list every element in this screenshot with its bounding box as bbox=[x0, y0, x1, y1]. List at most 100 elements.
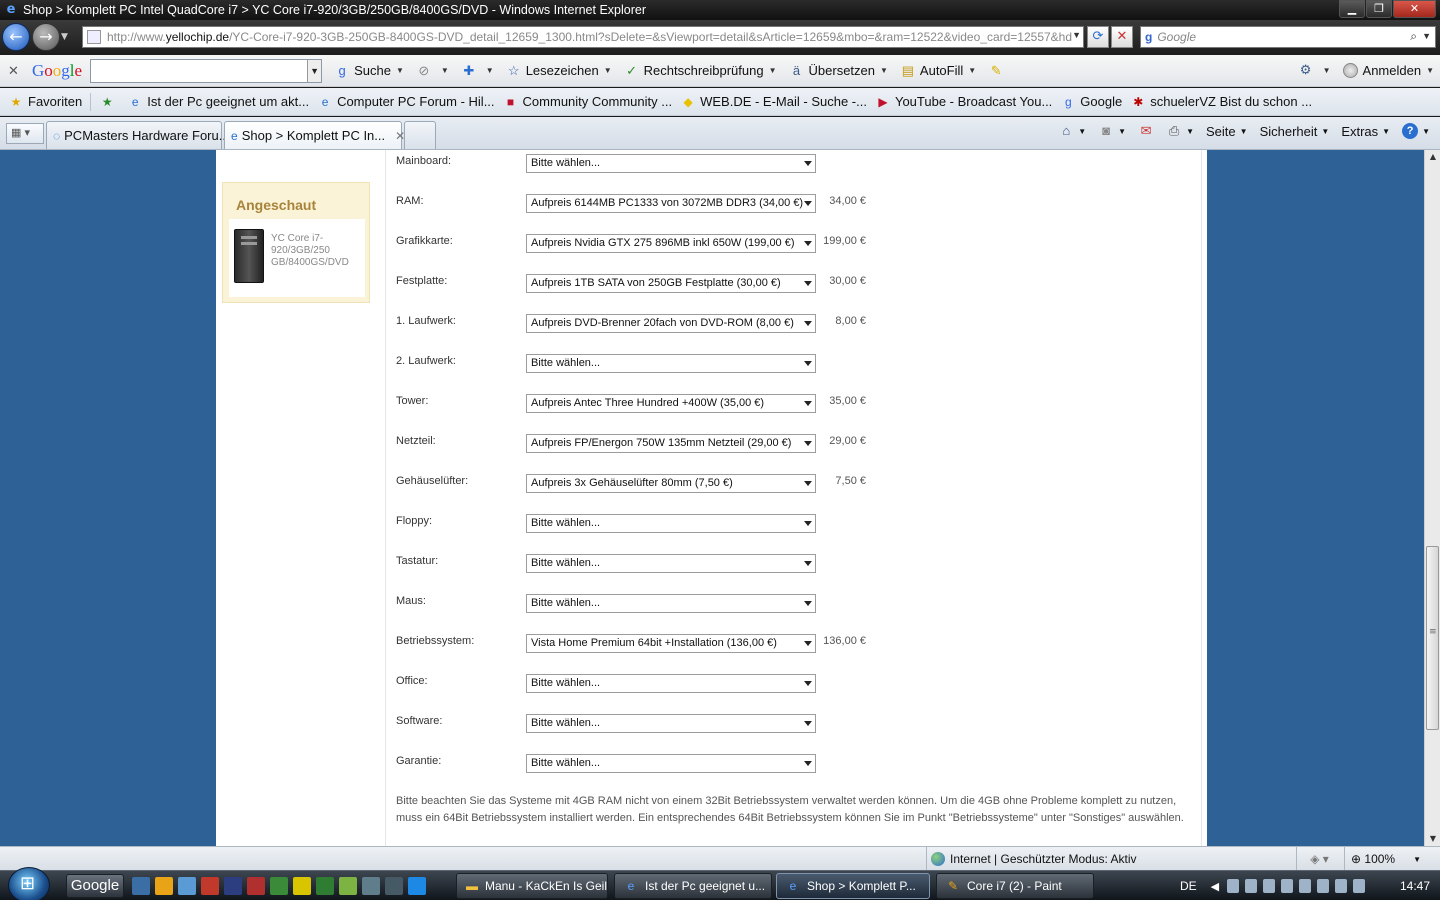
zoom-button[interactable]: ⊕ 100% ▼ bbox=[1344, 847, 1421, 871]
magnifier-icon[interactable]: ⌕ bbox=[1410, 29, 1417, 44]
app-icon[interactable] bbox=[293, 877, 311, 895]
vertical-scrollbar[interactable]: ▲ ▼ bbox=[1424, 150, 1440, 846]
chevron-down-icon[interactable] bbox=[804, 561, 812, 566]
app-icon[interactable] bbox=[339, 877, 357, 895]
show-hidden-icons[interactable]: ◀ bbox=[1211, 880, 1219, 893]
config-select[interactable]: Aufpreis 3x Gehäuselüfter 80mm (7,50 €) bbox=[526, 474, 816, 493]
volume-icon[interactable] bbox=[1353, 879, 1366, 893]
task-folder[interactable]: ▬ Manu - KaCkEn Is Geil bbox=[456, 873, 608, 899]
tray-icon[interactable] bbox=[1299, 879, 1312, 893]
ie-icon[interactable] bbox=[408, 877, 426, 895]
config-select[interactable]: Bitte wählen... bbox=[526, 714, 816, 733]
rechtschreibpruefung-button[interactable]: ✓ Rechtschreibprüfung ▼ bbox=[624, 63, 776, 79]
config-select[interactable]: Bitte wählen... bbox=[526, 594, 816, 613]
recently-viewed-caption[interactable]: YC Core i7-920/3GB/250 GB/8400GS/DVD bbox=[271, 233, 363, 269]
new-tab-button[interactable] bbox=[404, 121, 436, 149]
media-player-icon[interactable] bbox=[155, 877, 173, 895]
tray-icon[interactable] bbox=[1281, 879, 1294, 893]
chevron-down-icon[interactable] bbox=[804, 361, 812, 366]
chevron-down-icon[interactable] bbox=[804, 161, 812, 166]
task-ie-1[interactable]: e Ist der Pc geeignet u... bbox=[614, 873, 772, 899]
popup-blocker-button[interactable]: ⊘ ▼ bbox=[416, 63, 448, 79]
favorite-link[interactable]: e Ist der Pc geeignet um akt... bbox=[127, 94, 309, 110]
feeds-button[interactable]: ◙ ▼ bbox=[1098, 123, 1126, 139]
config-select[interactable]: Aufpreis 1TB SATA von 250GB Festplatte (… bbox=[526, 274, 816, 293]
google-search-input[interactable]: ▼ bbox=[90, 58, 323, 83]
config-select[interactable]: Bitte wählen... bbox=[526, 514, 816, 533]
chevron-down-icon[interactable] bbox=[804, 641, 812, 646]
chevron-down-icon[interactable] bbox=[804, 681, 812, 686]
scroll-down-icon[interactable]: ▼ bbox=[1425, 832, 1440, 846]
clock[interactable]: 14:47 bbox=[1400, 879, 1430, 893]
chevron-down-icon[interactable] bbox=[804, 201, 812, 206]
minimize-button[interactable]: ▁ bbox=[1339, 0, 1365, 18]
recently-viewed-item[interactable]: YC Core i7-920/3GB/250 GB/8400GS/DVD bbox=[229, 219, 365, 297]
back-button[interactable]: ← bbox=[2, 23, 30, 51]
quick-tabs-button[interactable]: ▦ ▾ bbox=[6, 123, 44, 144]
suche-button[interactable]: g Suche ▼ bbox=[334, 63, 403, 79]
security-zone[interactable]: Internet | Geschützter Modus: Aktiv bbox=[926, 847, 1137, 871]
pc-tower-thumbnail[interactable] bbox=[234, 229, 264, 283]
word-icon[interactable] bbox=[224, 877, 242, 895]
anmelden-button[interactable]: Anmelden ▼ bbox=[1342, 62, 1434, 78]
config-select[interactable]: Bitte wählen... bbox=[526, 754, 816, 773]
seite-menu[interactable]: Seite ▼ bbox=[1206, 124, 1248, 139]
favorite-link[interactable]: g Google bbox=[1060, 94, 1122, 110]
scroll-up-icon[interactable]: ▲ bbox=[1425, 150, 1440, 164]
config-select[interactable]: Bitte wählen... bbox=[526, 554, 816, 573]
task-ie-shop[interactable]: e Shop > Komplett P... bbox=[776, 873, 930, 899]
switch-windows-icon[interactable] bbox=[178, 877, 196, 895]
favorite-link[interactable]: e Computer PC Forum - Hil... bbox=[317, 94, 495, 110]
scrollbar-thumb[interactable] bbox=[1426, 546, 1439, 730]
app-icon[interactable] bbox=[385, 877, 403, 895]
mail-button[interactable]: ✉ bbox=[1138, 123, 1154, 139]
steam-icon[interactable] bbox=[362, 877, 380, 895]
start-button[interactable] bbox=[8, 867, 50, 900]
config-select[interactable]: Bitte wählen... bbox=[526, 674, 816, 693]
add-button[interactable]: ✚ ▼ bbox=[461, 63, 493, 79]
settings-wrench-button[interactable]: ⚙ ▼ bbox=[1298, 62, 1331, 78]
app-icon[interactable] bbox=[201, 877, 219, 895]
home-button[interactable]: ⌂ ▼ bbox=[1058, 123, 1086, 139]
show-desktop-icon[interactable] bbox=[132, 877, 150, 895]
chevron-down-icon[interactable] bbox=[804, 761, 812, 766]
highlight-button[interactable]: ✎ bbox=[988, 63, 1008, 79]
stop-button[interactable]: ✕ bbox=[1111, 26, 1133, 48]
favorites-button[interactable]: ★ Favoriten bbox=[8, 94, 83, 110]
app-icon[interactable] bbox=[316, 877, 334, 895]
print-button[interactable]: ⎙ ▼ bbox=[1166, 123, 1194, 139]
config-select[interactable]: Aufpreis 6144MB PC1333 von 3072MB DDR3 (… bbox=[526, 194, 816, 213]
config-select[interactable]: Aufpreis DVD-Brenner 20fach von DVD-ROM … bbox=[526, 314, 816, 333]
close-window-button[interactable]: ✕ bbox=[1393, 0, 1436, 18]
chevron-down-icon[interactable] bbox=[804, 441, 812, 446]
config-select[interactable]: Aufpreis FP/Energon 750W 135mm Netzteil … bbox=[526, 434, 816, 453]
task-paint[interactable]: ✎ Core i7 (2) - Paint bbox=[936, 873, 1094, 899]
tray-icon[interactable] bbox=[1263, 879, 1276, 893]
config-select[interactable]: Bitte wählen... bbox=[526, 354, 816, 373]
search-dropdown-icon[interactable]: ▼ bbox=[1422, 31, 1431, 41]
network-icon[interactable] bbox=[1335, 879, 1348, 893]
tab-shop[interactable]: e Shop > Komplett PC In... ✕ bbox=[224, 121, 405, 149]
extras-menu[interactable]: Extras ▼ bbox=[1341, 124, 1390, 139]
address-bar[interactable]: http://www. yellochip.de/YC-Core-i7-920-3… bbox=[82, 26, 1084, 48]
language-indicator[interactable]: DE bbox=[1180, 879, 1197, 893]
tab-pcmasters[interactable]: ◌ PCMasters Hardware Foru... bbox=[46, 121, 230, 149]
chevron-down-icon[interactable] bbox=[804, 281, 812, 286]
tray-icon[interactable] bbox=[1245, 879, 1258, 893]
config-select[interactable]: Vista Home Premium 64bit +Installation (… bbox=[526, 634, 816, 653]
close-toolbar-icon[interactable]: ✕ bbox=[8, 63, 22, 79]
help-button[interactable]: ? ▼ bbox=[1402, 123, 1430, 139]
config-select[interactable]: Bitte wählen... bbox=[526, 154, 816, 173]
protected-mode-button[interactable]: ◈ ▾ bbox=[1296, 847, 1342, 871]
app-icon[interactable] bbox=[270, 877, 288, 895]
chevron-down-icon[interactable] bbox=[804, 601, 812, 606]
refresh-button[interactable]: ⟳ bbox=[1087, 26, 1109, 48]
maximize-button[interactable]: ❐ bbox=[1366, 0, 1392, 18]
favorite-link[interactable]: ■ Community Community ... bbox=[503, 94, 672, 110]
lesezeichen-button[interactable]: ☆ Lesezeichen ▼ bbox=[506, 63, 612, 79]
app-icon[interactable] bbox=[247, 877, 265, 895]
tray-icon[interactable] bbox=[1227, 879, 1240, 893]
uebersetzen-button[interactable]: ä Übersetzen ▼ bbox=[789, 63, 888, 79]
google-desktop-button[interactable]: Google bbox=[66, 874, 124, 898]
sicherheit-menu[interactable]: Sicherheit ▼ bbox=[1260, 124, 1330, 139]
